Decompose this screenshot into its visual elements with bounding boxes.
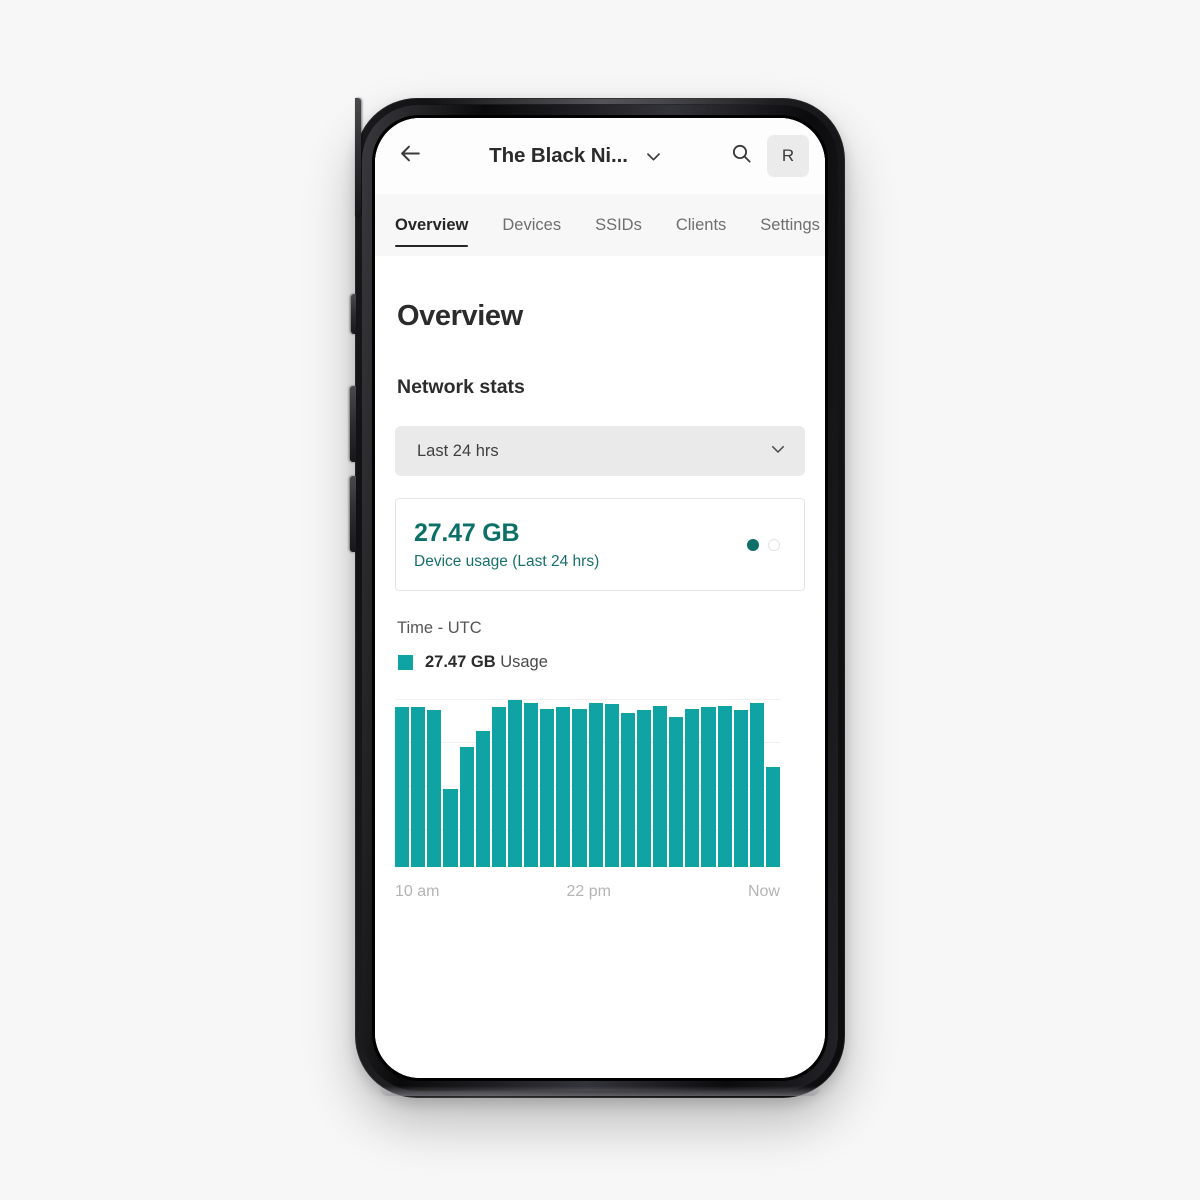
chart-bars[interactable] xyxy=(395,694,780,867)
frame-top-highlight xyxy=(425,99,775,104)
tab-devices[interactable]: Devices xyxy=(485,194,578,256)
usage-chart-block: Time - UTC 27.47 GB Usage 10 am 22 pm No… xyxy=(395,619,805,901)
power-button[interactable] xyxy=(355,98,361,216)
legend-series-name: Usage xyxy=(500,653,548,671)
avatar[interactable]: R xyxy=(767,135,809,177)
chart-bar[interactable] xyxy=(588,702,603,867)
legend-value: 27.47 GB xyxy=(425,653,496,671)
legend-label: 27.47 GB Usage xyxy=(425,653,548,672)
chart-bar[interactable] xyxy=(685,708,700,867)
chart-bar[interactable] xyxy=(524,702,539,867)
chart-bar[interactable] xyxy=(395,707,410,867)
x-tick-label: 22 pm xyxy=(566,883,611,900)
arrow-left-icon xyxy=(398,141,423,171)
carousel-dot-inactive[interactable] xyxy=(768,538,780,551)
carousel-dots[interactable] xyxy=(747,538,780,551)
chart-bar[interactable] xyxy=(556,707,571,867)
tab-overview[interactable]: Overview xyxy=(395,194,485,256)
tab-ssids[interactable]: SSIDs xyxy=(578,194,659,256)
app-bar: The Black Ni... R xyxy=(375,118,825,194)
chart-bar[interactable] xyxy=(733,710,748,867)
legend-color-swatch xyxy=(398,655,413,670)
chart-bar[interactable] xyxy=(653,705,668,867)
tab-settings[interactable]: Settings xyxy=(743,194,825,256)
x-tick-label: 10 am xyxy=(395,883,440,900)
silent-switch-button[interactable] xyxy=(351,294,356,334)
phone-screen-mask: The Black Ni... R Overview Devices SSIDs… xyxy=(372,115,828,1081)
device-usage-card[interactable]: 27.47 GB Device usage (Last 24 hrs) xyxy=(395,498,805,591)
chevron-down-icon xyxy=(769,440,787,463)
section-title-network-stats: Network stats xyxy=(397,376,525,398)
volume-up-button[interactable] xyxy=(350,386,356,462)
app-title: The Black Ni... xyxy=(489,144,628,167)
chart-bar[interactable] xyxy=(507,699,522,867)
frame-bottom-highlight xyxy=(379,1086,821,1096)
chart-bar[interactable] xyxy=(443,789,458,867)
carousel-dot-active[interactable] xyxy=(747,538,759,551)
chart-bar[interactable] xyxy=(765,767,780,867)
phone-device-frame: The Black Ni... R Overview Devices SSIDs… xyxy=(350,98,845,1098)
back-button[interactable] xyxy=(389,135,431,177)
device-usage-text: 27.47 GB Device usage (Last 24 hrs) xyxy=(414,519,599,571)
chevron-down-icon[interactable] xyxy=(644,147,663,166)
chart-bar[interactable] xyxy=(475,730,490,867)
network-title-group[interactable]: The Black Ni... xyxy=(431,144,721,168)
app-root: The Black Ni... R Overview Devices SSIDs… xyxy=(375,118,825,1078)
chart-bar[interactable] xyxy=(717,705,732,867)
time-range-select[interactable]: Last 24 hrs xyxy=(395,426,805,476)
chart-bar[interactable] xyxy=(427,710,442,867)
device-usage-value: 27.47 GB xyxy=(414,518,520,547)
tab-bar[interactable]: Overview Devices SSIDs Clients Settings xyxy=(375,194,825,256)
device-usage-label: Device usage (Last 24 hrs) xyxy=(414,552,600,570)
volume-down-button[interactable] xyxy=(350,476,356,552)
chart-bar[interactable] xyxy=(604,704,619,867)
chart-bar[interactable] xyxy=(636,710,651,867)
content-area: Overview Network stats Last 24 hrs 27.47… xyxy=(375,300,825,901)
search-button[interactable] xyxy=(721,136,761,176)
search-icon xyxy=(730,142,753,170)
tab-clients[interactable]: Clients xyxy=(659,194,743,256)
usage-bar-chart[interactable] xyxy=(395,694,780,867)
chart-time-axis-label: Time - UTC xyxy=(397,619,482,637)
chart-bar[interactable] xyxy=(620,713,635,867)
chart-bar[interactable] xyxy=(540,708,555,867)
page-title: Overview xyxy=(397,300,523,332)
avatar-initial: R xyxy=(781,146,795,165)
chart-bar[interactable] xyxy=(491,707,506,867)
time-range-value: Last 24 hrs xyxy=(417,441,499,460)
chart-bar[interactable] xyxy=(701,707,716,867)
phone-screen: The Black Ni... R Overview Devices SSIDs… xyxy=(375,118,825,1078)
chart-x-axis-labels: 10 am 22 pm Now xyxy=(395,883,780,901)
chart-bar[interactable] xyxy=(749,702,764,867)
chart-legend[interactable]: 27.47 GB Usage xyxy=(398,653,805,672)
chart-bar[interactable] xyxy=(459,746,474,867)
x-tick-label: Now xyxy=(747,883,780,900)
chart-bar[interactable] xyxy=(572,708,587,867)
chart-bar[interactable] xyxy=(411,707,426,867)
chart-bar[interactable] xyxy=(669,717,684,867)
